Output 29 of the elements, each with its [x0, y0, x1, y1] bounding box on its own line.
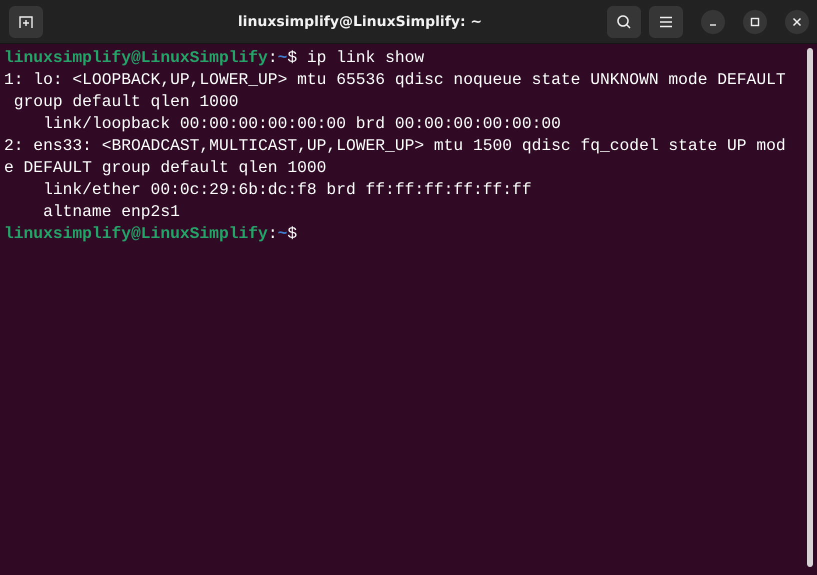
prompt-separator: : — [268, 47, 278, 69]
output-line: link/loopback 00:00:00:00:00:00 brd 00:00:00:00:00:00 — [42, 113, 561, 135]
output-line: 2: ens33: <BROADCAST,MULTICAST,UP,LOWER_UP> mtu 1500 qdisc fq_codel state UP mod — [4, 135, 786, 157]
output-line: altname enp2s1 — [42, 201, 180, 223]
scrollbar[interactable] — [807, 48, 813, 567]
prompt-path: ~ — [278, 47, 288, 69]
minimize-button[interactable] — [701, 10, 725, 34]
maximize-button[interactable] — [743, 10, 767, 34]
minimize-icon — [709, 24, 717, 26]
maximize-icon — [750, 16, 760, 26]
prompt-user-host: linuxsimplify@LinuxSimplify — [4, 223, 268, 245]
command-text: $ — [287, 223, 298, 245]
output-line: e DEFAULT group default qlen 1000 — [4, 157, 326, 179]
output-line: group default qlen 1000 — [12, 91, 238, 113]
command-text: $ ip link show — [287, 47, 424, 69]
new-tab-icon — [18, 14, 34, 30]
menu-icon — [659, 16, 673, 28]
prompt-path: ~ — [278, 223, 288, 245]
prompt-user-host: linuxsimplify@LinuxSimplify — [4, 47, 268, 69]
menu-button[interactable] — [649, 6, 683, 38]
close-icon — [792, 16, 802, 26]
output-line: 1: lo: <LOOPBACK,UP,LOWER_UP> mtu 65536 qdisc noqueue state UNKNOWN mode DEFAULT — [4, 69, 786, 91]
search-button[interactable] — [607, 6, 641, 38]
close-button[interactable] — [785, 10, 809, 34]
output-line: link/ether 00:0c:29:6b:dc:f8 brd ff:ff:ff:ff:ff:ff — [42, 179, 532, 201]
prompt-separator: : — [268, 223, 278, 245]
search-icon — [616, 14, 632, 30]
window-title: linuxsimplify@LinuxSimplify: ~ — [236, 14, 484, 30]
new-tab-button[interactable] — [9, 6, 43, 38]
